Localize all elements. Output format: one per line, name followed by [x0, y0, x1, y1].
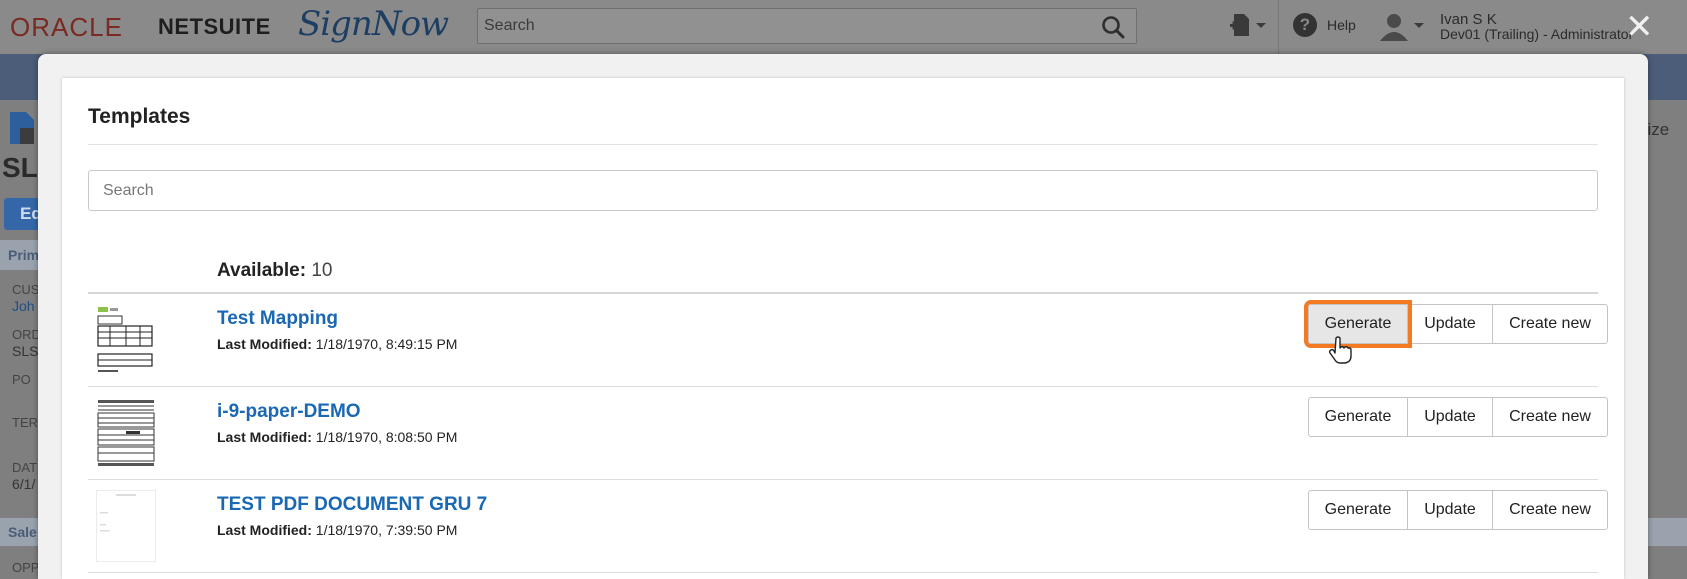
hand-cursor-icon: [1328, 336, 1352, 364]
available-value: 10: [311, 260, 333, 281]
template-actions: Generate Update Create new: [1308, 490, 1608, 530]
bg-field-value: Joh: [12, 298, 35, 314]
bg-field-label: OPP: [12, 560, 40, 575]
bg-field-label: DAT: [12, 460, 38, 475]
divider: [88, 144, 1598, 145]
create-new-button[interactable]: Create new: [1492, 397, 1608, 437]
template-name-link[interactable]: i-9-paper-DEMO: [217, 401, 361, 423]
last-modified-label: Last Modified:: [217, 522, 312, 538]
last-modified-value: 1/18/1970, 8:49:15 PM: [315, 336, 458, 352]
template-search-input[interactable]: [88, 170, 1598, 211]
template-thumbnail: [96, 304, 156, 376]
last-modified-label: Last Modified:: [217, 336, 312, 352]
header-divider: [1278, 0, 1279, 54]
bg-field-label: CUS: [12, 282, 40, 297]
template-last-modified: Last Modified: 1/18/1970, 8:49:15 PM: [217, 336, 457, 352]
top-bar: ORACLE NETSUITE SignNow Search ? Help Iv…: [0, 0, 1687, 54]
last-modified-value: 1/18/1970, 7:39:50 PM: [315, 522, 458, 538]
update-button[interactable]: Update: [1407, 490, 1493, 530]
create-new-button[interactable]: Create new: [1492, 490, 1608, 530]
help-link[interactable]: Help: [1327, 17, 1356, 33]
modal-title: Templates: [88, 105, 191, 128]
template-thumbnail: [96, 490, 156, 562]
generate-button[interactable]: Generate: [1308, 397, 1408, 437]
close-icon[interactable]: ✕: [1625, 10, 1654, 44]
oracle-logo: ORACLE: [10, 12, 123, 42]
available-count: Available: 10: [217, 260, 332, 282]
user-avatar-icon[interactable]: [1377, 11, 1427, 41]
global-search-input[interactable]: Search: [477, 8, 1137, 44]
template-name-link[interactable]: Test Mapping: [217, 308, 338, 330]
template-row: i-9-paper-DEMO Last Modified: 1/18/1970,…: [88, 387, 1608, 479]
last-modified-label: Last Modified:: [217, 429, 312, 445]
template-row: Test Mapping Last Modified: 1/18/1970, 8…: [88, 294, 1608, 386]
help-icon[interactable]: ?: [1293, 13, 1317, 37]
template-last-modified: Last Modified: 1/18/1970, 8:08:50 PM: [217, 429, 457, 445]
document-icon: [10, 112, 34, 144]
update-button[interactable]: Update: [1407, 304, 1493, 344]
bg-section-header: [1648, 518, 1687, 546]
bg-section-header: Prim: [0, 240, 40, 270]
bg-field-label: ORD: [12, 327, 41, 342]
template-thumbnail: [96, 397, 156, 469]
generate-button[interactable]: Generate: [1304, 300, 1412, 348]
divider: [88, 572, 1598, 573]
template-row: TEST PDF DOCUMENT GRU 7 Last Modified: 1…: [88, 480, 1608, 572]
templates-modal: Templates Available: 10 Test Mapping Las…: [62, 78, 1624, 579]
template-name-link[interactable]: TEST PDF DOCUMENT GRU 7: [217, 494, 487, 516]
search-icon[interactable]: [1100, 14, 1126, 40]
last-modified-value: 1/18/1970, 8:08:50 PM: [315, 429, 458, 445]
signnow-logo: SignNow: [298, 4, 449, 44]
user-role: Dev01 (Trailing) - Administrator: [1440, 26, 1634, 42]
template-last-modified: Last Modified: 1/18/1970, 7:39:50 PM: [217, 522, 457, 538]
bg-field-label: TER: [12, 415, 38, 430]
bg-field-value: SLS: [12, 343, 39, 359]
generate-button[interactable]: Generate: [1308, 490, 1408, 530]
update-button[interactable]: Update: [1407, 397, 1493, 437]
new-document-icon[interactable]: [1228, 12, 1268, 40]
global-search-placeholder: Search: [484, 17, 535, 34]
netsuite-logo: NETSUITE: [158, 14, 271, 39]
bg-section-header: Sale: [0, 518, 40, 546]
template-actions: Generate Update Create new: [1304, 300, 1608, 348]
bg-field-label: PO: [12, 372, 31, 387]
available-label: Available:: [217, 260, 307, 281]
create-new-button[interactable]: Create new: [1492, 304, 1608, 344]
template-actions: Generate Update Create new: [1308, 397, 1608, 437]
bg-record-title: SL: [2, 152, 38, 183]
bg-field-value: 6/1/: [12, 476, 36, 492]
